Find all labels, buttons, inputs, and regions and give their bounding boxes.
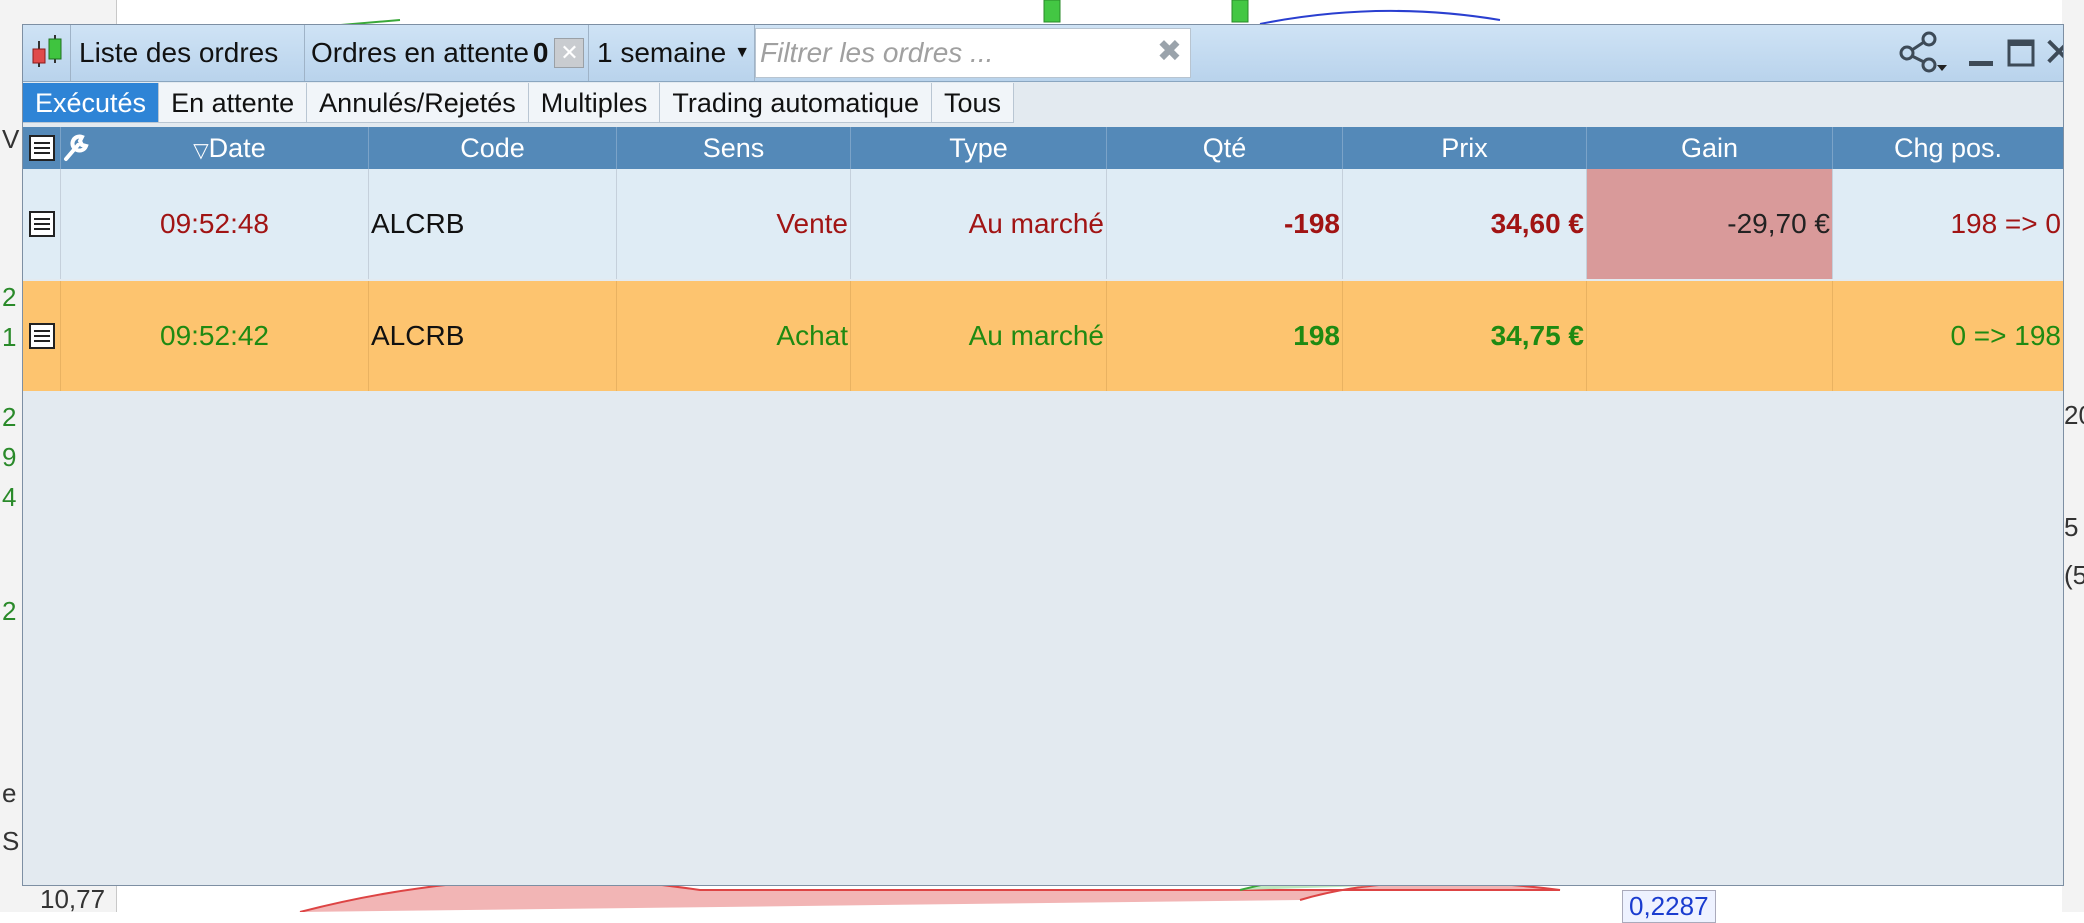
column-header-date[interactable]: ▽Date: [91, 127, 369, 169]
tab-tous[interactable]: Tous: [932, 83, 1015, 123]
close-icon[interactable]: ✕: [2041, 31, 2063, 75]
order-details-icon[interactable]: [23, 281, 61, 391]
cell-sens: Achat: [617, 281, 851, 391]
left-edge-text: 2: [2, 282, 17, 312]
left-edge-text: 2: [2, 596, 17, 626]
column-label: Date: [208, 133, 266, 163]
cell-sens: Vente: [617, 169, 851, 279]
left-edge-text: e: [2, 778, 17, 808]
cell-prix: 34,75 €: [1343, 281, 1587, 391]
cell-date: 09:52:48: [61, 169, 369, 279]
right-edge-text: 5: [2064, 512, 2079, 542]
maximize-icon[interactable]: [2003, 31, 2039, 75]
cell-qte: -198: [1107, 169, 1343, 279]
pending-orders-label: Ordres en attente: [311, 37, 529, 68]
filter-box: ✖: [755, 28, 1191, 78]
sort-descending-icon: ▽: [193, 140, 209, 162]
right-edge-text: (5: [2064, 560, 2084, 590]
order-list-label: Liste des ordres: [79, 37, 279, 68]
column-header-code[interactable]: Code: [369, 127, 617, 169]
table-row[interactable]: 09:52:42 ALCRB Achat Au marché 198 34,75…: [23, 281, 2063, 391]
column-header-sens[interactable]: Sens: [617, 127, 851, 169]
left-edge-text: 1: [2, 322, 17, 352]
cancel-pending-icon[interactable]: ✕: [554, 38, 585, 68]
candlestick-icon: [23, 25, 71, 81]
left-edge-text: 9: [2, 442, 17, 472]
filter-input[interactable]: [756, 36, 1142, 70]
column-header-gain[interactable]: Gain: [1587, 127, 1833, 169]
left-edge-text: 2: [2, 402, 17, 432]
cell-type: Au marché: [851, 281, 1107, 391]
table-row[interactable]: 09:52:48 ALCRB Vente Au marché -198 34,6…: [23, 169, 2063, 279]
column-header-type[interactable]: Type: [851, 127, 1107, 169]
left-edge-text: S: [2, 826, 20, 856]
cell-gain: -29,70 €: [1587, 169, 1833, 279]
tab-executes[interactable]: Exécutés: [23, 83, 160, 123]
right-edge-text: 20: [2064, 400, 2084, 430]
clear-filter-icon[interactable]: ✖: [1157, 37, 1182, 67]
order-list-window: Liste des ordres Ordres en attente 0 ✕ 1…: [22, 24, 2064, 886]
tab-multiples[interactable]: Multiples: [528, 83, 661, 123]
order-list-title[interactable]: Liste des ordres: [71, 25, 305, 81]
tab-trading-automatique[interactable]: Trading automatique: [660, 83, 932, 123]
pending-orders-count: 0: [532, 37, 549, 68]
share-icon[interactable]: [1895, 31, 1951, 75]
cell-gain: [1587, 281, 1833, 391]
cell-qte: 198: [1107, 281, 1343, 391]
title-bar: Liste des ordres Ordres en attente 0 ✕ 1…: [23, 25, 2063, 82]
cell-chg-pos: 198 => 0: [1950, 208, 2061, 239]
cell-code: ALCRB: [369, 169, 617, 279]
order-details-icon[interactable]: [23, 169, 61, 279]
wrench-icon[interactable]: [61, 127, 91, 169]
bottom-left-value: 10,77: [40, 884, 106, 914]
order-tabs: Exécutés En attente Annulés/Rejetés Mult…: [23, 83, 1015, 123]
document-icon[interactable]: [23, 127, 61, 169]
cell-prix: 34,60 €: [1343, 169, 1587, 279]
background-right-panel: 20 5 (5: [2062, 0, 2084, 912]
minimize-icon[interactable]: [1963, 31, 1999, 75]
left-edge-text: V: [2, 124, 20, 154]
cell-date: 09:52:42: [61, 281, 369, 391]
bottom-value-label: 0,2287: [1622, 890, 1716, 923]
tab-en-attente[interactable]: En attente: [159, 83, 308, 123]
chevron-down-icon: ▼: [734, 44, 751, 61]
pending-orders-button[interactable]: Ordres en attente 0 ✕: [305, 25, 589, 81]
cell-chg-pos: 0 => 198: [1950, 320, 2061, 351]
column-header-chg-pos[interactable]: Chg pos.: [1833, 127, 2063, 169]
period-dropdown[interactable]: 1 semaine ▼: [589, 25, 755, 81]
period-label: 1 semaine: [597, 37, 727, 68]
column-header-qte[interactable]: Qté: [1107, 127, 1343, 169]
table-header: ▽Date Code Sens Type Qté Prix Gain Chg p…: [23, 127, 2063, 169]
column-header-prix[interactable]: Prix: [1343, 127, 1587, 169]
cell-code: ALCRB: [369, 281, 617, 391]
cell-type: Au marché: [851, 169, 1107, 279]
tab-annules-rejetes[interactable]: Annulés/Rejetés: [307, 83, 529, 123]
left-edge-text: 4: [2, 482, 17, 512]
